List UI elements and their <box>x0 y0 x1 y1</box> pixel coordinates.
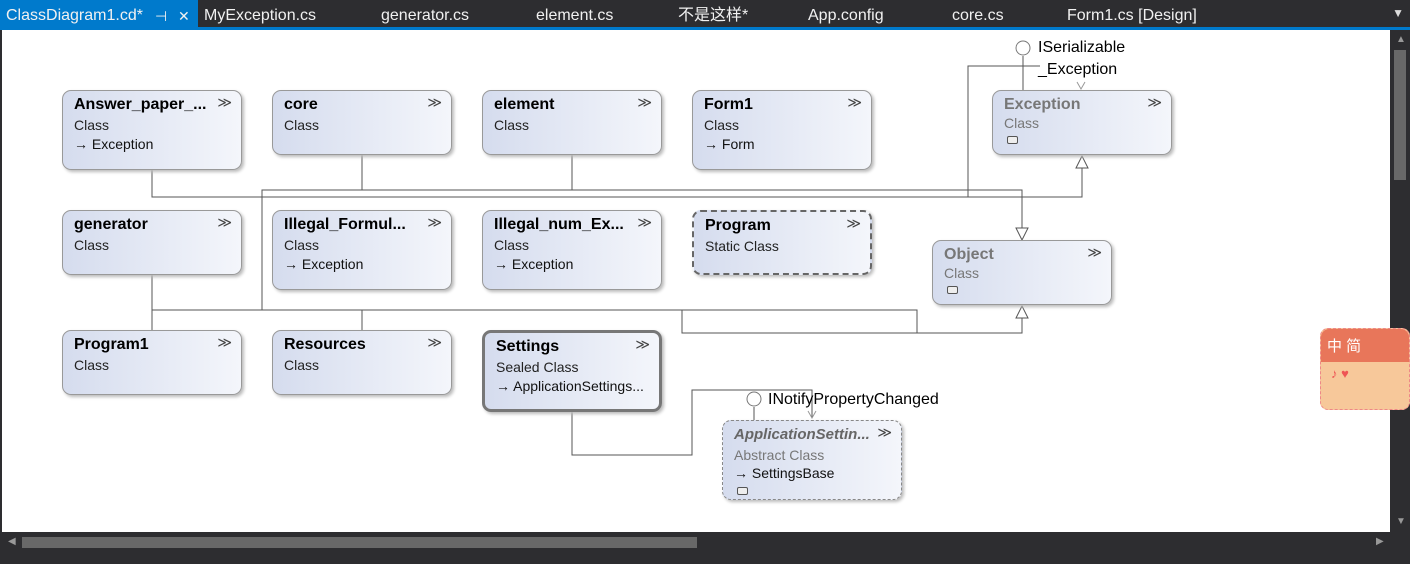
collapse-chevron-icon[interactable]: ≫ <box>877 424 892 441</box>
class-element[interactable]: element Class ≫ <box>482 90 662 155</box>
lollipop-toggle-icon[interactable] <box>947 286 958 294</box>
class-illegal-formul[interactable]: Illegal_Formul... Class → Exception ≫ <box>272 210 452 290</box>
vertical-scroll-thumb[interactable] <box>1394 50 1406 180</box>
interface-label: ISerializable <box>1038 39 1126 56</box>
scroll-up-icon[interactable]: ▲ <box>1396 34 1406 45</box>
class-object[interactable]: Object Class ≫ <box>932 240 1112 305</box>
collapse-chevron-icon[interactable]: ≫ <box>217 334 232 351</box>
collapse-chevron-icon[interactable]: ≫ <box>427 214 442 231</box>
collapse-chevron-icon[interactable]: ≫ <box>847 94 862 111</box>
ime-mascot-widget[interactable]: 中 简 ♪ ♥ <box>1320 328 1410 410</box>
arrowhead <box>1015 227 1029 242</box>
collapse-chevron-icon[interactable]: ≫ <box>217 214 232 231</box>
scroll-right-icon[interactable]: ▶ <box>1376 536 1384 547</box>
interface-label: INotifyPropertyChanged <box>768 391 939 408</box>
arrowhead <box>1076 81 1086 91</box>
collapse-chevron-icon[interactable]: ≫ <box>637 214 652 231</box>
tab-bushizheyang[interactable]: 不是这样* <box>678 0 748 28</box>
class-core[interactable]: core Class ≫ <box>272 90 452 155</box>
class-settings[interactable]: Settings Sealed Class → ApplicationSetting… <box>482 330 662 412</box>
class-resources[interactable]: Resources Class ≫ <box>272 330 452 395</box>
class-exception[interactable]: Exception Class ≫ <box>992 90 1172 155</box>
lollipop-toggle-icon[interactable] <box>737 487 748 495</box>
arrowhead <box>1015 304 1029 319</box>
class-generator[interactable]: generator Class ≫ <box>62 210 242 275</box>
horizontal-scroll-thumb[interactable] <box>22 537 697 548</box>
interface-lollipop <box>1015 40 1031 56</box>
tab-generator[interactable]: generator.cs <box>381 0 469 28</box>
arrowhead <box>1075 154 1089 169</box>
collapse-chevron-icon[interactable]: ≫ <box>427 334 442 351</box>
class-application-settings-base[interactable]: ApplicationSettin... Abstract Class → Sett… <box>722 420 902 500</box>
tab-form1-design[interactable]: Form1.cs [Design] <box>1067 0 1197 28</box>
collapse-chevron-icon[interactable]: ≫ <box>217 94 232 111</box>
heart-icon: ♪ ♥ <box>1331 366 1349 381</box>
class-illegal-num-ex[interactable]: Illegal_num_Ex... Class → Exception ≫ <box>482 210 662 290</box>
tab-label: ClassDiagram1.cd* <box>6 7 143 24</box>
tab-overflow-icon[interactable]: ▼ <box>1392 6 1404 20</box>
vertical-scrollbar[interactable]: ▲ ▼ <box>1390 30 1410 532</box>
inherit-line <box>681 310 917 334</box>
collapse-chevron-icon[interactable]: ≫ <box>1147 94 1162 111</box>
class-program1[interactable]: Program1 Class ≫ <box>62 330 242 395</box>
interface-lollipop <box>746 391 762 407</box>
tab-app-config[interactable]: App.config <box>808 0 884 28</box>
class-form1[interactable]: Form1 Class → Form ≫ <box>692 90 872 170</box>
class-program[interactable]: Program Static Class ≫ <box>692 210 872 275</box>
lollipop-toggle-icon[interactable] <box>1007 136 1018 144</box>
collapse-chevron-icon[interactable]: ≫ <box>846 215 861 232</box>
tab-element[interactable]: element.cs <box>536 0 613 28</box>
class-answer-paper[interactable]: Answer_paper_... Class → Exception ≫ <box>62 90 242 170</box>
interface-label: _Exception <box>1038 61 1118 78</box>
tab-bar: ClassDiagram1.cd* ⊣ ✕ MyException.cs gener… <box>0 0 1410 28</box>
class-diagram-canvas[interactable]: ISerializable _Exception INotifyProperty… <box>2 30 1390 532</box>
scroll-left-icon[interactable]: ◀ <box>8 536 16 547</box>
tab-classdiagram[interactable]: ClassDiagram1.cd* ⊣ ✕ <box>0 0 198 28</box>
inherit-line <box>151 160 1083 198</box>
collapse-chevron-icon[interactable]: ≫ <box>1087 244 1102 261</box>
tab-core[interactable]: core.cs <box>952 0 1004 28</box>
ime-mode-label: 中 简 <box>1321 329 1409 362</box>
horizontal-scrollbar[interactable]: ◀ ▶ <box>0 532 1390 552</box>
collapse-chevron-icon[interactable]: ≫ <box>637 94 652 111</box>
tab-myexception[interactable]: MyException.cs <box>204 0 316 28</box>
collapse-chevron-icon[interactable]: ≫ <box>427 94 442 111</box>
collapse-chevron-icon[interactable]: ≫ <box>635 336 650 353</box>
scroll-down-icon[interactable]: ▼ <box>1396 516 1406 527</box>
